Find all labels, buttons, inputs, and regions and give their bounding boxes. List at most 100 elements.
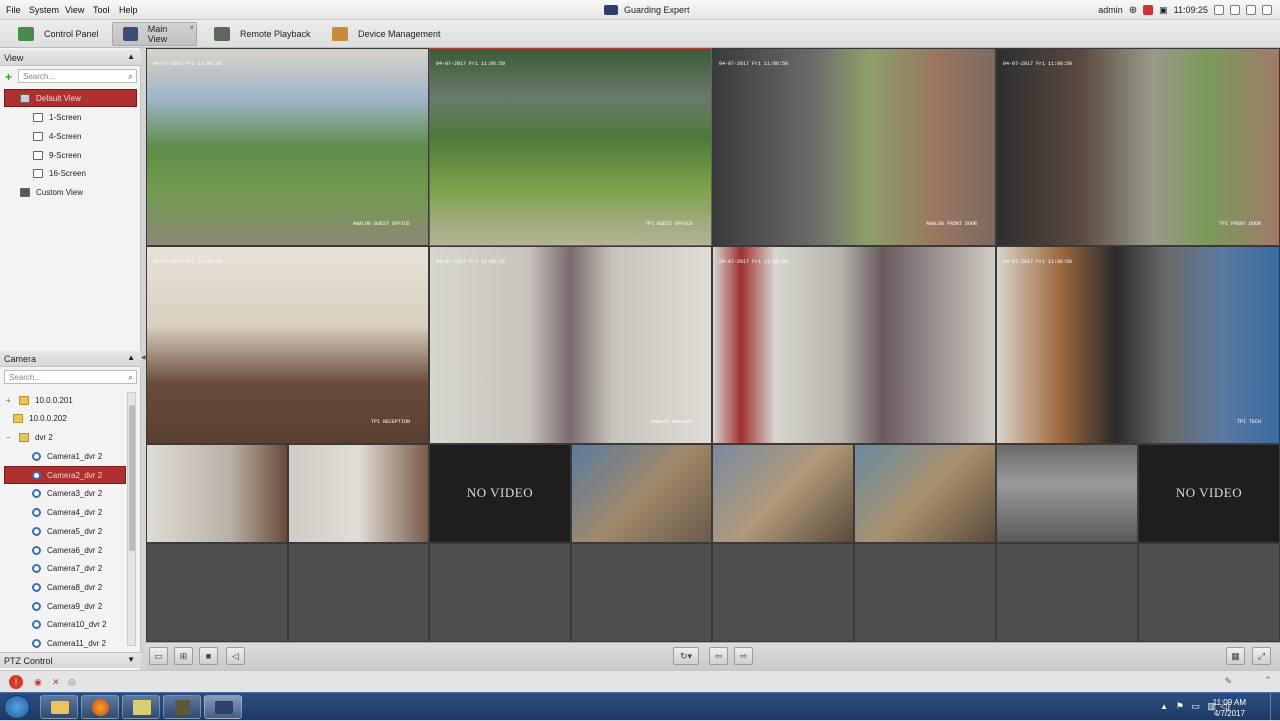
layout-icon[interactable]: ▭: [149, 647, 168, 665]
tree-default-view[interactable]: − Default View: [4, 89, 137, 107]
search-icon[interactable]: ⌕: [128, 372, 133, 383]
tab-remote-playback[interactable]: Remote Playback: [204, 22, 321, 46]
lock-window-icon[interactable]: [1214, 5, 1224, 15]
video-cell-small[interactable]: [288, 444, 429, 543]
collapse-icon[interactable]: ▲: [127, 52, 135, 61]
refresh-icon[interactable]: ↻▾: [673, 647, 699, 665]
video-cell-empty[interactable]: [1138, 543, 1280, 642]
guarding-expert-taskbar-icon[interactable]: [204, 695, 242, 719]
tree-16-screen[interactable]: 16-Screen: [33, 164, 86, 182]
menu-view[interactable]: View: [65, 5, 84, 15]
video-cell-no-video[interactable]: NO VIDEO: [429, 444, 571, 543]
alert-icon[interactable]: [1143, 5, 1154, 15]
tree-9-screen[interactable]: 9-Screen: [33, 146, 81, 164]
scrollbar-thumb[interactable]: [129, 405, 135, 551]
view-search-input[interactable]: Search... ⌕: [18, 69, 137, 83]
show-desktop-button[interactable]: [1270, 693, 1280, 721]
explorer-taskbar-icon[interactable]: [40, 695, 78, 719]
menu-system[interactable]: System: [29, 5, 59, 15]
panel-collapse-icon[interactable]: ◀: [141, 354, 146, 361]
menu-file[interactable]: File: [6, 5, 21, 15]
video-cell-small[interactable]: [854, 444, 996, 543]
video-cell[interactable]: 04-07-2017 Fri 11:06:50 ANALOG FRONT DOO…: [712, 48, 996, 246]
expand-icon[interactable]: +: [6, 396, 13, 405]
camera-panel-header[interactable]: Camera ▲: [0, 351, 141, 367]
tree-device-10-0-0-201[interactable]: +10.0.0.201: [6, 391, 73, 409]
taskbar-clock[interactable]: 11:09 AM 4/7/2017: [1213, 697, 1246, 719]
tree-camera[interactable]: Camera3_dvr 2: [32, 484, 102, 502]
alarm-clear-icon[interactable]: ✕: [52, 677, 60, 688]
search-icon[interactable]: ⌕: [128, 71, 133, 82]
video-cell[interactable]: 04-07-2017 Fri 11:06:50 ANALOG HALLWAY: [429, 246, 712, 444]
video-cell[interactable]: 04-07-2017 Fri 11:06:50 TPI FRONT DOOR: [996, 48, 1280, 246]
video-cell-no-video[interactable]: NO VIDEO: [1138, 444, 1280, 543]
flag-icon[interactable]: ⚑: [1176, 701, 1184, 712]
tree-camera[interactable]: Camera8_dvr 2: [32, 578, 102, 596]
tray-arrow-icon[interactable]: ▲: [1160, 702, 1168, 711]
alarm-settings-icon[interactable]: ◎: [68, 677, 76, 688]
camera-list-scrollbar[interactable]: [127, 392, 136, 646]
collapse-icon[interactable]: −: [6, 433, 13, 442]
start-button-icon[interactable]: [4, 695, 30, 719]
tree-custom-view[interactable]: Custom View: [20, 183, 83, 201]
video-cell-empty[interactable]: [146, 543, 288, 642]
menu-tool[interactable]: Tool: [93, 5, 110, 15]
tree-camera[interactable]: Camera6_dvr 2: [32, 541, 102, 559]
video-cell-empty[interactable]: [571, 543, 712, 642]
notes-taskbar-icon[interactable]: [122, 695, 160, 719]
maximize-icon[interactable]: [1246, 5, 1256, 15]
tree-camera[interactable]: Camera4_dvr 2: [32, 503, 102, 521]
video-cell[interactable]: 04-07-2017 Fri 11:06:50 TPI RECEPTION: [146, 246, 429, 444]
firefox-taskbar-icon[interactable]: [81, 695, 119, 719]
fullscreen-icon[interactable]: ⤢: [1252, 647, 1271, 665]
expand-icon[interactable]: ▼: [127, 655, 135, 664]
video-cell[interactable]: 04-07-2017 Fri 11:06:50: [712, 246, 996, 444]
tab-main-view[interactable]: Main View ×: [112, 22, 197, 46]
video-cell-small[interactable]: [712, 444, 854, 543]
app-taskbar-icon[interactable]: [163, 695, 201, 719]
collapse-icon[interactable]: −: [7, 94, 14, 103]
video-cell-empty[interactable]: [429, 543, 571, 642]
alarm-sound-icon[interactable]: ◉: [34, 677, 42, 688]
display-icon[interactable]: ▭: [1191, 701, 1200, 712]
globe-icon[interactable]: ⊕: [1129, 5, 1137, 16]
video-cell-selected[interactable]: 04-07-2017 Fri 11:06:50 TPI GUEST OFFICE: [429, 48, 712, 246]
tree-device-dvr-2[interactable]: − dvr 2: [6, 428, 53, 446]
next-icon[interactable]: ⇨: [734, 647, 753, 665]
pin-icon[interactable]: ✎: [1224, 676, 1232, 687]
video-cell-empty[interactable]: [996, 543, 1138, 642]
previous-icon[interactable]: ⇦: [709, 647, 728, 665]
tree-camera[interactable]: Camera9_dvr 2: [32, 597, 102, 615]
tree-4-screen[interactable]: 4-Screen: [33, 127, 81, 145]
video-cell-small[interactable]: [996, 444, 1138, 543]
video-cell-small[interactable]: [146, 444, 288, 543]
add-view-icon[interactable]: +: [5, 70, 12, 84]
tree-camera[interactable]: Camera5_dvr 2: [32, 522, 102, 540]
tree-camera[interactable]: Camera7_dvr 2: [32, 559, 102, 577]
video-cell-empty[interactable]: [712, 543, 854, 642]
collapse-icon[interactable]: ▲: [127, 353, 135, 362]
camera-search-input[interactable]: Search... ⌕: [4, 370, 137, 384]
tab-control-panel[interactable]: Control Panel: [8, 22, 109, 46]
minimize-icon[interactable]: [1230, 5, 1240, 15]
ptz-control-header[interactable]: PTZ Control ▼: [0, 652, 141, 668]
video-cell[interactable]: 04-07-2017 Fri 11:06:50 TPI TECH: [996, 246, 1280, 444]
view-panel-header[interactable]: View ▲: [0, 50, 141, 66]
tree-device-10-0-0-202[interactable]: 10.0.0.202: [13, 409, 67, 427]
video-cell-empty[interactable]: [288, 543, 429, 642]
tree-camera[interactable]: Camera10_dvr 2: [32, 615, 107, 633]
lock-icon[interactable]: ▣: [1159, 5, 1168, 16]
close-icon[interactable]: [1262, 5, 1272, 15]
tab-close-icon[interactable]: ×: [189, 23, 194, 32]
stop-icon[interactable]: ■: [199, 647, 218, 665]
video-cell-empty[interactable]: [854, 543, 996, 642]
warning-icon[interactable]: !: [9, 675, 23, 689]
tree-camera-selected[interactable]: Camera2_dvr 2: [4, 466, 126, 484]
window-icon[interactable]: ⊞: [174, 647, 193, 665]
tab-device-management[interactable]: Device Management: [322, 22, 451, 46]
volume-icon[interactable]: ◁: [226, 647, 245, 665]
video-cell[interactable]: 04-07-2017 Fri 11:06:50 ANALOG GUEST OFF…: [146, 48, 429, 246]
expand-up-icon[interactable]: ⌃: [1264, 675, 1272, 686]
menu-help[interactable]: Help: [119, 5, 138, 15]
grid-layout-icon[interactable]: ▦: [1226, 647, 1245, 665]
